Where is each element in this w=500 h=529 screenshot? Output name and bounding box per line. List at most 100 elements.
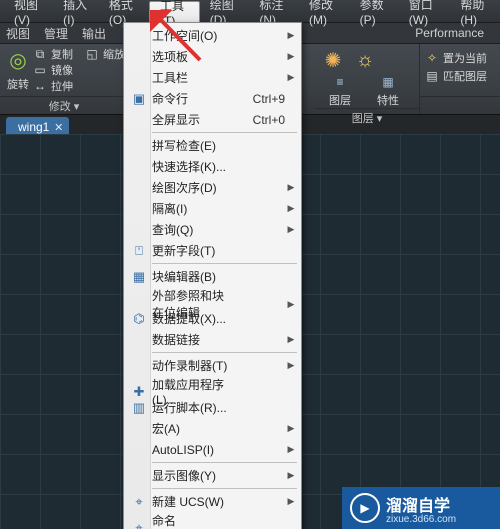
stretch-button[interactable]: ↔拉伸 — [32, 78, 84, 94]
blank-icon — [130, 27, 148, 45]
menu-item[interactable]: 全屏显示Ctrl+0 — [124, 109, 301, 130]
submenu-arrow-icon: ▶ — [285, 203, 297, 214]
watermark: ▶ 溜溜自学 zixue.3d66.com — [342, 487, 500, 529]
menu-draw[interactable]: 绘图(D) — [200, 0, 250, 22]
menu-item[interactable]: 绘图次序(D) ▶ — [124, 177, 301, 198]
menu-item[interactable]: ▦块编辑器(B) — [124, 266, 301, 287]
menu-item-label: 工作空间(O) — [152, 27, 229, 44]
ucs-icon: ⌖ — [130, 493, 148, 511]
menu-separator — [152, 352, 297, 353]
menu-item[interactable]: 工作空间(O) ▶ — [124, 25, 301, 46]
match-layer-button[interactable]: ▤ 匹配图层 — [424, 68, 492, 84]
menu-item[interactable]: ⌖新建 UCS(W)▶ — [124, 491, 301, 512]
tools-dropdown: 工作空间(O)▶选项板▶工具栏▶▣命令行Ctrl+9全屏显示Ctrl+0拼写检查… — [123, 22, 302, 529]
menu-item[interactable]: 隔离(I) ▶ — [124, 198, 301, 219]
menu-item-label: 绘图次序(D) — [152, 179, 229, 196]
menu-item[interactable]: AutoLISP(I)▶ — [124, 439, 301, 460]
menu-para[interactable]: 参数(P) — [350, 0, 399, 22]
menu-help[interactable]: 帮助(H) — [450, 0, 500, 22]
menu-item-label: 宏(A) — [152, 420, 229, 437]
menu-item[interactable]: ⍞更新字段(T) — [124, 240, 301, 261]
menu-format[interactable]: 格式(O) — [99, 0, 149, 22]
submenu-arrow-icon: ▶ — [285, 72, 297, 83]
blank-icon — [130, 420, 148, 438]
menu-item[interactable]: ⌖命名 UCS(U)... — [124, 512, 301, 529]
menu-insert[interactable]: 插入(I) — [53, 0, 99, 22]
match-layer-icon: ▤ — [424, 68, 440, 84]
menu-item[interactable]: 快速选择(K)... — [124, 156, 301, 177]
menu-separator — [152, 263, 297, 264]
block-icon: ▦ — [130, 268, 148, 286]
menu-modify[interactable]: 修改(M) — [299, 0, 350, 22]
menu-item[interactable]: 工具栏 ▶ — [124, 67, 301, 88]
menu-item[interactable]: ⌬数据提取(X)... — [124, 308, 301, 329]
ribbon-tab-manage[interactable]: 管理 — [44, 25, 68, 42]
menu-item[interactable]: ▥运行脚本(R)... — [124, 397, 301, 418]
ribbon-tab-view[interactable]: 视图 — [6, 25, 30, 42]
menubar: 视图(V) 插入(I) 格式(O) 工具(T) 绘图(D) 标注(N) 修改(M… — [0, 0, 500, 23]
layer-button[interactable]: 图层 — [319, 74, 361, 108]
menu-dim[interactable]: 标注(N) — [249, 0, 299, 22]
blank-icon — [130, 200, 148, 218]
menu-item-label: 工具栏 — [152, 69, 229, 86]
menu-item[interactable]: 拼写检查(E) — [124, 135, 301, 156]
menu-tools[interactable]: 工具(T) — [149, 1, 200, 23]
menu-view[interactable]: 视图(V) — [4, 0, 53, 22]
menu-item-shortcut: Ctrl+0 — [229, 113, 285, 127]
orbit-button[interactable]: 旋转 — [4, 46, 32, 94]
submenu-arrow-icon: ▶ — [285, 444, 297, 455]
grid-icon — [380, 74, 396, 90]
menu-item-label: 更新字段(T) — [152, 242, 229, 259]
panel-modify-title[interactable]: 修改 ▾ — [0, 96, 128, 114]
submenu-arrow-icon: ▶ — [285, 423, 297, 434]
ribbon-panel-layers: 图层 特性 图层 ▾ — [315, 44, 420, 114]
menu-item-label: 选项板 — [152, 48, 229, 65]
menu-item-label: 块编辑器(B) — [152, 268, 229, 285]
menu-item-label: 拼写检查(E) — [152, 137, 229, 154]
stretch-icon: ↔ — [32, 78, 48, 94]
menu-separator — [152, 132, 297, 133]
panel-layers-title[interactable]: 图层 ▾ — [315, 108, 419, 126]
properties-button[interactable]: 特性 — [367, 74, 409, 108]
menu-item[interactable]: 查询(Q)▶ — [124, 219, 301, 240]
submenu-arrow-icon: ▶ — [285, 334, 297, 345]
menu-item-label: 查询(Q) — [152, 221, 229, 238]
menu-item-label: 快速选择(K)... — [152, 158, 229, 175]
menu-item[interactable]: 显示图像(Y)▶ — [124, 465, 301, 486]
submenu-arrow-icon: ▶ — [285, 30, 297, 41]
copy-button[interactable]: ⧉复制 — [32, 46, 84, 62]
ribbon-tab-output[interactable]: 输出 — [82, 25, 106, 42]
menu-item-label: 隔离(I) — [152, 200, 229, 217]
blank-icon — [130, 48, 148, 66]
orbit-label: 旋转 — [7, 76, 29, 92]
star-icon — [424, 50, 440, 66]
menu-item[interactable]: 选项板▶ — [124, 46, 301, 67]
menu-item[interactable]: ▣命令行Ctrl+9 — [124, 88, 301, 109]
menu-item[interactable]: 动作录制器(T)▶ — [124, 355, 301, 376]
menu-item-label: 显示图像(Y) — [152, 467, 229, 484]
submenu-arrow-icon: ▶ — [285, 182, 297, 193]
watermark-brand: 溜溜自学 — [386, 492, 456, 516]
document-tab-label: wing1 — [18, 120, 49, 134]
blank-icon — [130, 158, 148, 176]
blank-icon — [130, 441, 148, 459]
light-icon — [319, 46, 347, 74]
field-icon: ⍞ — [130, 242, 148, 260]
menu-item[interactable]: 宏(A) ▶ — [124, 418, 301, 439]
menu-item[interactable]: 外部参照和块在位编辑▶ — [124, 287, 301, 308]
menu-item[interactable]: 数据链接▶ — [124, 329, 301, 350]
play-icon: ▶ — [350, 493, 380, 523]
layers-icon — [332, 74, 348, 90]
mirror-button[interactable]: ▭镜像 — [32, 62, 84, 78]
ucs2-icon: ⌖ — [130, 519, 148, 529]
submenu-arrow-icon: ▶ — [285, 360, 297, 371]
menu-item-label: 新建 UCS(W) — [152, 493, 229, 510]
set-current-button[interactable]: 置为当前 — [424, 50, 492, 66]
menu-window[interactable]: 窗口(W) — [399, 0, 451, 22]
ribbon-tab-performance[interactable]: Performance — [415, 26, 484, 40]
menu-item-label: 命令行 — [152, 90, 229, 107]
blank-icon — [130, 111, 148, 129]
script-icon: ▥ — [130, 399, 148, 417]
menu-item[interactable]: ✚加载应用程序(L)... — [124, 376, 301, 397]
close-tab-icon[interactable]: ✕ — [54, 121, 63, 134]
